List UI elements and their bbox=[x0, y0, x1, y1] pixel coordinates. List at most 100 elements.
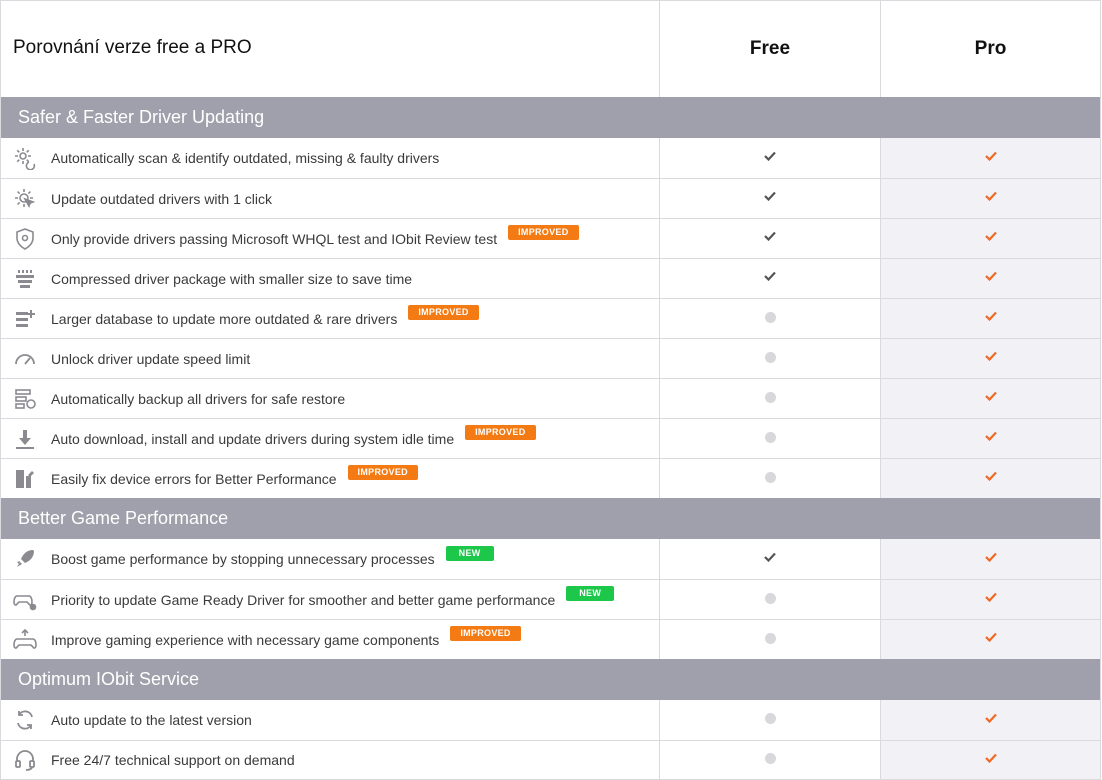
feature-cell: Easily fix device errors for Better Perf… bbox=[1, 459, 659, 498]
table-row: Easily fix device errors for Better Perf… bbox=[1, 458, 1100, 498]
check-icon bbox=[764, 148, 776, 166]
feature-label: Automatically scan & identify outdated, … bbox=[51, 150, 440, 166]
pro-cell bbox=[880, 539, 1100, 579]
feature-cell: Compressed driver package with smaller s… bbox=[1, 259, 659, 298]
table-row: Improve gaming experience with necessary… bbox=[1, 619, 1100, 659]
feature-label: Improve gaming experience with necessary… bbox=[51, 631, 440, 648]
check-icon bbox=[984, 589, 997, 607]
pro-cell bbox=[880, 259, 1100, 298]
free-cell bbox=[659, 620, 880, 659]
table-row: Only provide drivers passing Microsoft W… bbox=[1, 218, 1100, 258]
gear-scan-icon bbox=[1, 138, 51, 178]
pro-cell bbox=[880, 580, 1100, 619]
pro-cell bbox=[880, 620, 1100, 659]
feature-label: Easily fix device errors for Better Perf… bbox=[51, 470, 337, 487]
gamepad-gear-icon bbox=[1, 580, 51, 620]
unavailable-dot-icon bbox=[764, 592, 776, 604]
column-header-free: Free bbox=[659, 1, 880, 97]
check-icon bbox=[984, 710, 997, 728]
feature-cell: Larger database to update more outdated … bbox=[1, 299, 659, 338]
refresh-icon bbox=[1, 700, 51, 740]
new-badge: NEW bbox=[566, 586, 615, 601]
table-row: Boost game performance by stopping unnec… bbox=[1, 539, 1100, 579]
table-row: Priority to update Game Ready Driver for… bbox=[1, 579, 1100, 619]
section-header: Better Game Performance bbox=[1, 498, 1100, 539]
feature-cell: Boost game performance by stopping unnec… bbox=[1, 539, 659, 579]
rocket-icon bbox=[1, 539, 51, 579]
feature-cell: Improve gaming experience with necessary… bbox=[1, 620, 659, 659]
feature-cell: Priority to update Game Ready Driver for… bbox=[1, 580, 659, 619]
feature-label: Free 24/7 technical support on demand bbox=[51, 752, 295, 768]
table-row: Update outdated drivers with 1 click bbox=[1, 178, 1100, 218]
pro-cell bbox=[880, 299, 1100, 338]
feature-label: Automatically backup all drivers for saf… bbox=[51, 390, 346, 407]
free-cell bbox=[659, 299, 880, 338]
pro-cell bbox=[880, 379, 1100, 418]
download-icon bbox=[1, 419, 51, 459]
unavailable-dot-icon bbox=[764, 753, 776, 764]
database-plus-icon bbox=[1, 299, 51, 339]
pro-cell bbox=[880, 179, 1100, 218]
check-icon bbox=[984, 188, 997, 206]
table-header: Porovnání verze free a PRO Free Pro bbox=[1, 0, 1100, 97]
check-icon bbox=[984, 750, 997, 768]
feature-label: Auto update to the latest version bbox=[51, 712, 252, 728]
improved-badge: IMPROVED bbox=[408, 305, 479, 320]
feature-cell: Only provide drivers passing Microsoft W… bbox=[1, 219, 659, 258]
feature-label: Only provide drivers passing Microsoft W… bbox=[51, 230, 498, 247]
feature-label: Compressed driver package with smaller s… bbox=[51, 270, 413, 287]
table-row: Free 24/7 technical support on demand bbox=[1, 740, 1100, 780]
feature-label: Larger database to update more outdated … bbox=[51, 310, 398, 327]
check-icon bbox=[984, 629, 997, 647]
improved-badge: IMPROVED bbox=[465, 425, 536, 440]
section-header: Optimum IObit Service bbox=[1, 659, 1100, 700]
feature-label: Priority to update Game Ready Driver for… bbox=[51, 591, 556, 608]
check-icon bbox=[984, 148, 997, 166]
new-badge: NEW bbox=[445, 545, 494, 561]
column-header-pro: Pro bbox=[880, 1, 1100, 97]
table-row: Automatically backup all drivers for saf… bbox=[1, 378, 1100, 418]
feature-cell: Automatically backup all drivers for saf… bbox=[1, 379, 659, 418]
table-row: Automatically scan & identify outdated, … bbox=[1, 138, 1100, 178]
table-row: Auto update to the latest version bbox=[1, 700, 1100, 740]
free-cell bbox=[659, 379, 880, 418]
feature-label: Auto download, install and update driver… bbox=[51, 430, 455, 447]
check-icon bbox=[764, 268, 776, 286]
package-icon bbox=[1, 259, 51, 299]
free-cell bbox=[659, 741, 880, 779]
free-cell bbox=[659, 459, 880, 498]
unavailable-dot-icon bbox=[764, 632, 776, 644]
feature-cell: Unlock driver update speed limit bbox=[1, 339, 659, 378]
check-icon bbox=[984, 348, 997, 366]
speedometer-icon bbox=[1, 339, 51, 379]
backup-icon bbox=[1, 379, 51, 419]
headset-icon bbox=[1, 740, 51, 780]
comparison-table: Porovnání verze free a PRO Free Pro Safe… bbox=[0, 0, 1101, 780]
free-cell bbox=[659, 179, 880, 218]
pro-cell bbox=[880, 741, 1100, 779]
improved-badge: IMPROVED bbox=[508, 225, 579, 240]
unavailable-dot-icon bbox=[764, 713, 776, 724]
unavailable-dot-icon bbox=[764, 311, 776, 323]
pro-cell bbox=[880, 700, 1100, 740]
table-row: Auto download, install and update driver… bbox=[1, 418, 1100, 458]
section-header: Safer & Faster Driver Updating bbox=[1, 97, 1100, 138]
improved-badge: IMPROVED bbox=[450, 626, 521, 641]
page-title: Porovnání verze free a PRO bbox=[13, 37, 252, 58]
free-cell bbox=[659, 219, 880, 258]
feature-cell: Update outdated drivers with 1 click bbox=[1, 179, 659, 218]
free-cell bbox=[659, 259, 880, 298]
free-cell bbox=[659, 419, 880, 458]
table-row: Unlock driver update speed limit bbox=[1, 338, 1100, 378]
improved-badge: IMPROVED bbox=[347, 465, 418, 480]
free-cell bbox=[659, 138, 880, 178]
pro-cell bbox=[880, 138, 1100, 178]
free-cell bbox=[659, 339, 880, 378]
check-icon bbox=[984, 388, 997, 406]
check-icon bbox=[984, 468, 997, 486]
check-icon bbox=[764, 188, 776, 206]
free-cell bbox=[659, 580, 880, 619]
free-cell bbox=[659, 539, 880, 579]
table-row: Larger database to update more outdated … bbox=[1, 298, 1100, 338]
unavailable-dot-icon bbox=[764, 351, 776, 363]
